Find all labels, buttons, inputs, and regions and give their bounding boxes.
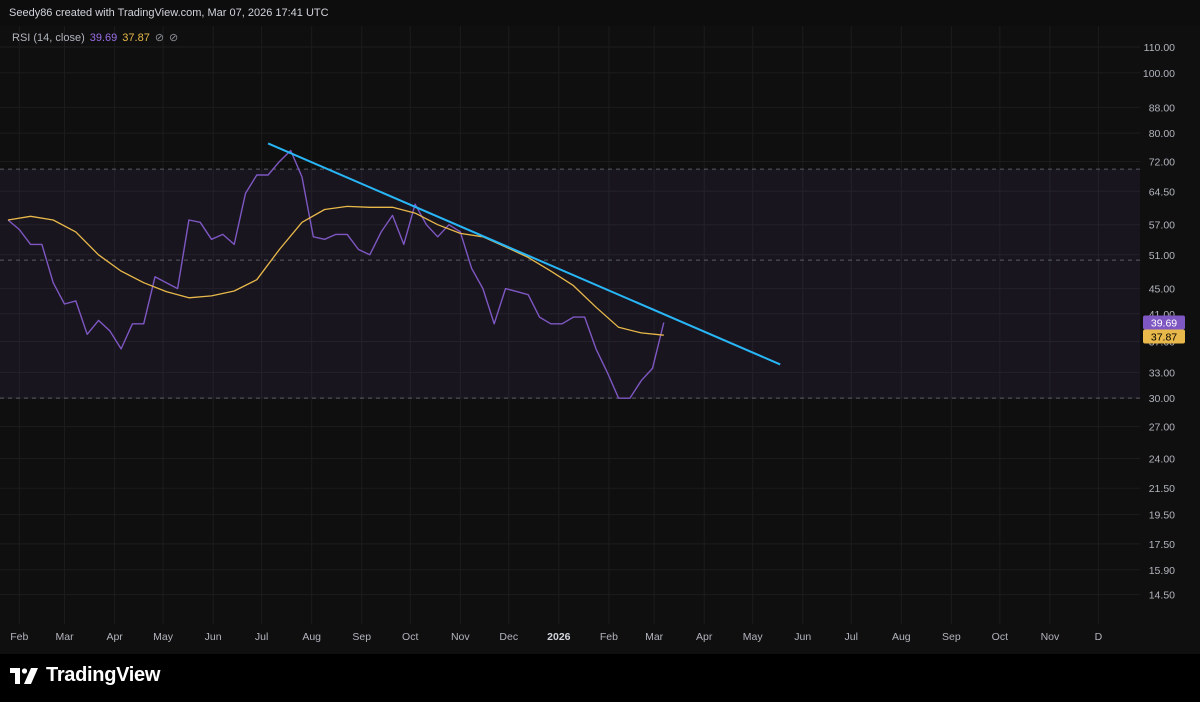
x-tick-label: May — [743, 631, 764, 643]
x-tick-label: Apr — [106, 631, 123, 643]
y-tick-label: 14.50 — [1149, 590, 1175, 602]
y-tick-label: 110.00 — [1144, 42, 1175, 54]
x-tick-label: Aug — [302, 631, 321, 643]
y-tick-label: 21.50 — [1149, 483, 1175, 495]
value-label-text: 39.69 — [1151, 318, 1177, 330]
rsi-last-value-label: 39.69 — [1143, 315, 1185, 330]
y-tick-label: 19.50 — [1149, 510, 1175, 522]
x-tick-label: Jun — [794, 631, 811, 643]
rsi-value: 39.69 — [89, 31, 118, 44]
last-value-labels: 39.69 37.87 — [1143, 315, 1185, 344]
x-tick-label: Dec — [499, 631, 518, 643]
hide-icon[interactable]: ⊘ — [155, 31, 164, 44]
y-tick-label: 33.00 — [1149, 367, 1175, 379]
x-tick-label: Jun — [205, 631, 222, 643]
x-tick-label: Mar — [645, 631, 664, 643]
y-tick-label: 27.00 — [1149, 422, 1175, 434]
y-tick-label: 100.00 — [1143, 68, 1175, 80]
rsi-ma-value: 37.87 — [122, 31, 150, 44]
x-tick-label: D — [1095, 631, 1103, 643]
x-tick-label: Nov — [451, 631, 470, 643]
tradingview-logo-icon — [10, 667, 38, 684]
y-tick-label: 51.00 — [1149, 250, 1175, 262]
x-tick-label: 2026 — [547, 631, 571, 643]
x-tick-label: Apr — [696, 631, 713, 643]
ma-last-value-label: 37.87 — [1143, 329, 1185, 344]
y-tick-label: 64.50 — [1149, 186, 1175, 198]
y-tick-label: 72.00 — [1149, 157, 1175, 169]
y-tick-label: 30.00 — [1149, 393, 1175, 405]
tradingview-logo[interactable]: TradingView — [10, 664, 160, 687]
x-tick-label: Jul — [255, 631, 268, 643]
y-tick-label: 45.00 — [1149, 284, 1175, 296]
y-tick-label: 88.00 — [1149, 102, 1175, 114]
x-tick-label: Jul — [845, 631, 858, 643]
x-tick-label: Feb — [600, 631, 618, 643]
y-tick-label: 24.00 — [1149, 453, 1175, 465]
time-axis: Feb Mar Apr May Jun Jul Aug Sep Oct Nov Dec 2026 Feb… — [10, 631, 1102, 643]
indicator-legend[interactable]: RSI (14, close) 39.69 37.87 ⊘ ⊘ — [12, 31, 178, 45]
y-tick-label: 57.00 — [1149, 220, 1175, 232]
value-label-text: 37.87 — [1151, 332, 1177, 344]
y-tick-label: 15.90 — [1149, 565, 1175, 577]
x-tick-label: Feb — [10, 631, 28, 643]
x-tick-label: Sep — [942, 631, 961, 643]
x-tick-label: Nov — [1041, 631, 1060, 643]
rsi-chart[interactable]: 110.00 100.00 88.00 80.00 72.00 64.50 57.00 51.… — [0, 0, 1200, 654]
y-tick-label: 80.00 — [1149, 128, 1175, 140]
x-tick-label: Aug — [892, 631, 911, 643]
x-tick-label: Sep — [352, 631, 371, 643]
y-tick-label: 17.50 — [1149, 539, 1175, 551]
x-tick-label: Oct — [992, 631, 1008, 643]
footer-bar — [0, 654, 1200, 702]
indicator-title: RSI (14, close) — [12, 31, 85, 44]
tradingview-wordmark: TradingView — [46, 664, 161, 686]
x-tick-label: Oct — [402, 631, 418, 643]
x-tick-label: May — [153, 631, 174, 643]
hide-icon[interactable]: ⊘ — [169, 31, 178, 44]
x-tick-label: Mar — [55, 631, 74, 643]
